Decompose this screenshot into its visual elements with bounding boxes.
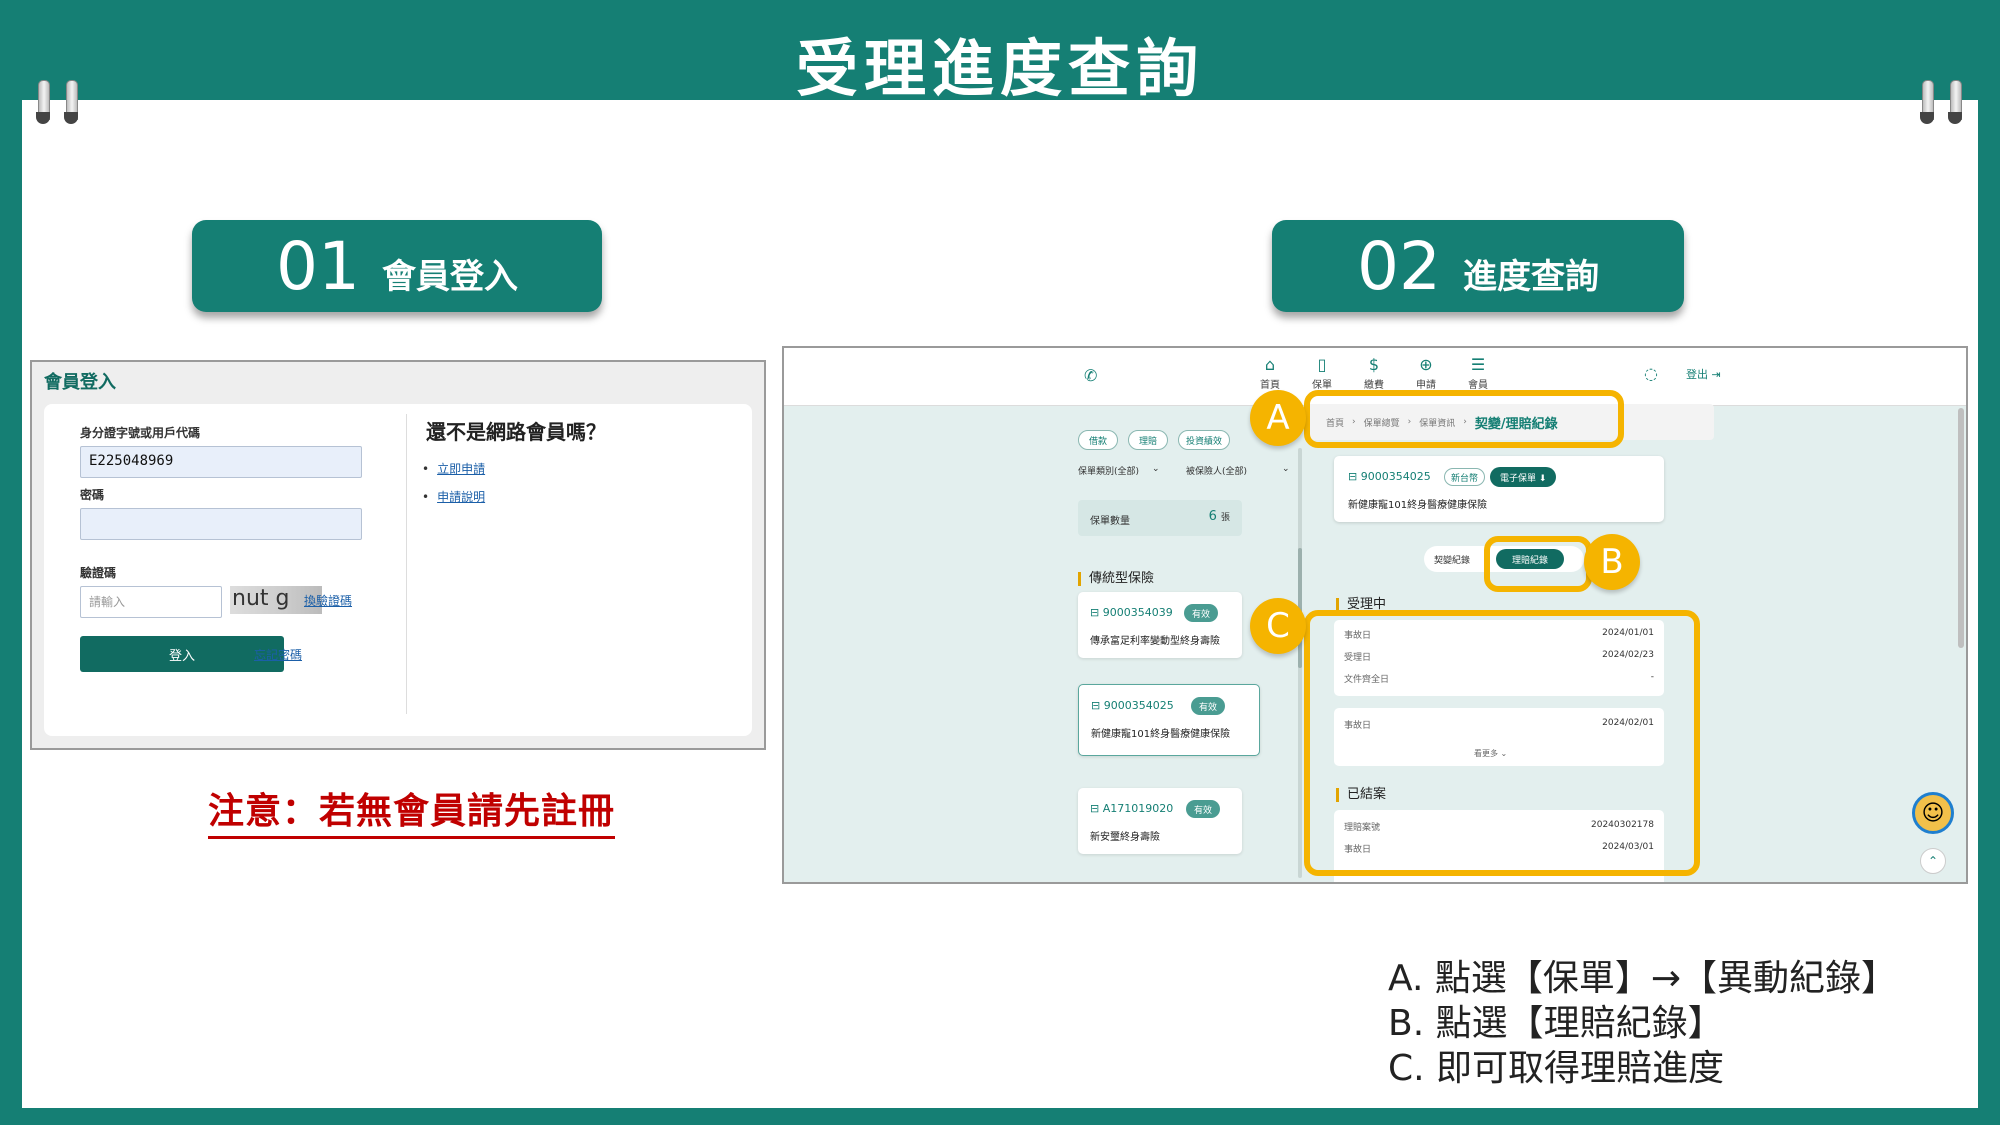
instruction-c: C. 即可取得理賠進度 bbox=[1388, 1048, 1725, 1089]
filter-chip-loan[interactable]: 借款 bbox=[1078, 430, 1118, 450]
step-label: 會員登入 bbox=[381, 256, 518, 297]
document-icon: ▯ bbox=[1317, 355, 1327, 374]
nav-apply[interactable]: ⊕ 申請 bbox=[1406, 355, 1446, 392]
captcha-label: 驗證碼 bbox=[80, 566, 117, 580]
menu-icon: ☰ bbox=[1470, 355, 1486, 374]
instruction-b: B. 點選【理賠紀錄】 bbox=[1388, 1003, 1724, 1044]
home-icon: ⌂ bbox=[1264, 355, 1276, 374]
divider bbox=[406, 414, 407, 714]
filter-chip-claim[interactable]: 理賠 bbox=[1128, 430, 1168, 450]
policy-name: 傳承富足利率變動型終身壽險 bbox=[1090, 636, 1220, 647]
change-record-tab[interactable]: 契變紀錄 bbox=[1434, 553, 1470, 566]
policy-number: ⊟ A171019020 bbox=[1090, 802, 1174, 815]
policy-type-select[interactable]: 保單類別(全部) bbox=[1078, 464, 1139, 477]
marker-b: B bbox=[1584, 534, 1640, 590]
step-number: 01 bbox=[276, 227, 360, 305]
apply-now-link[interactable]: • 立即申請 bbox=[422, 460, 485, 477]
policy-card[interactable]: ⊟ 9000354039 有效 傳承富足利率變動型終身壽險 bbox=[1078, 592, 1242, 658]
chat-icon[interactable]: ◌ bbox=[1644, 364, 1658, 383]
policy-detail-card: ⊟ 9000354025 新台幣 電子保單 ⬇ 新健康寵101終身醫療健康保險 bbox=[1334, 456, 1664, 522]
insured-select[interactable]: 被保險人(全部) bbox=[1186, 464, 1247, 477]
highlight-box-c bbox=[1304, 610, 1700, 876]
instructions: A. 點選【保單】→【異動紀錄】 B. 點選【理賠紀錄】 C. 即可取得理賠進度 bbox=[1388, 956, 1897, 1091]
policy-number: ⊟ 9000354025 bbox=[1091, 699, 1174, 712]
dollar-icon: $ bbox=[1368, 355, 1380, 374]
binder-clip-icon bbox=[36, 80, 50, 130]
login-panel: 會員登入 身分證字號或用戶代碼 E225048969 密碼 驗證碼 請輸入 nu… bbox=[30, 360, 766, 750]
nav-member[interactable]: ☰ 會員 bbox=[1458, 355, 1498, 392]
binder-clip-icon bbox=[64, 80, 78, 130]
app-screenshot: ✆ ⌂ 首頁 ▯ 保單 $ 繳費 ⊕ 申請 ☰ 會員 ◌ 登出 ⇥ 借款 理賠 投資績效 … bbox=[782, 346, 1968, 884]
policy-count-box: 保單數量 6 張 bbox=[1078, 500, 1242, 536]
list-scrollbar[interactable] bbox=[1298, 448, 1302, 878]
refresh-captcha-link[interactable]: 換驗證碼 bbox=[304, 592, 352, 609]
policy-name: 新安璽終身壽險 bbox=[1090, 832, 1160, 843]
captcha-input[interactable]: 請輸入 bbox=[80, 586, 222, 618]
password-input[interactable] bbox=[80, 508, 362, 540]
marker-a: A bbox=[1250, 390, 1306, 446]
step-2-pill: 02 進度查詢 bbox=[1272, 220, 1684, 312]
highlight-box-b bbox=[1484, 536, 1592, 592]
policy-number: ⊟ 9000354025 bbox=[1348, 470, 1431, 483]
nav-policy[interactable]: ▯ 保單 bbox=[1300, 348, 1344, 392]
policy-card-selected[interactable]: ⊟ 9000354025 有效 新健康寵101終身醫療健康保險 bbox=[1078, 684, 1260, 756]
nav-home[interactable]: ⌂ 首頁 bbox=[1250, 355, 1290, 392]
marker-c: C bbox=[1250, 598, 1306, 654]
filter-chip-investment[interactable]: 投資績效 bbox=[1178, 430, 1230, 450]
policy-name: 新健康寵101終身醫療健康保險 bbox=[1348, 500, 1488, 511]
chevron-down-icon: ⌄ bbox=[1282, 464, 1290, 474]
id-label: 身分證字號或用戶代碼 bbox=[80, 426, 201, 440]
policy-name: 新健康寵101終身醫療健康保險 bbox=[1091, 729, 1231, 740]
notice-text: 注意：若無會員請先註冊 bbox=[208, 782, 616, 839]
nonmember-title: 還不是網路會員嗎？ bbox=[426, 420, 606, 444]
e-policy-button[interactable]: 電子保單 ⬇ bbox=[1490, 467, 1557, 487]
policy-count-value: 6 張 bbox=[1208, 509, 1230, 524]
password-label: 密碼 bbox=[80, 488, 105, 502]
policy-card[interactable]: ⊟ A171019020 有效 新安璽終身壽險 bbox=[1078, 788, 1242, 854]
login-panel-title: 會員登入 bbox=[44, 372, 116, 393]
chevron-up-icon[interactable]: ⌃ bbox=[1920, 848, 1946, 874]
status-badge: 有效 bbox=[1186, 800, 1221, 818]
chevron-down-icon: ⌄ bbox=[1152, 464, 1160, 474]
policy-number: ⊟ 9000354039 bbox=[1090, 606, 1173, 619]
step-label: 進度查詢 bbox=[1462, 256, 1599, 297]
apply-guide-link[interactable]: • 申請說明 bbox=[422, 488, 485, 505]
instruction-a: A. 點選【保單】→【異動紀錄】 bbox=[1388, 958, 1898, 999]
page-scrollbar[interactable] bbox=[1958, 408, 1964, 648]
page-title: 受理進度查詢 bbox=[795, 32, 1204, 105]
policy-count-label: 保單數量 bbox=[1090, 516, 1130, 527]
mascot-icon[interactable]: ☺ bbox=[1912, 792, 1954, 834]
plus-circle-icon: ⊕ bbox=[1419, 355, 1433, 374]
nav-payment[interactable]: $ 繳費 bbox=[1354, 355, 1394, 392]
forgot-password-link[interactable]: 忘記密碼 bbox=[254, 646, 302, 663]
section-traditional: 傳統型保險 bbox=[1078, 572, 1154, 586]
phone-icon[interactable]: ✆ bbox=[1084, 366, 1097, 385]
status-badge: 有效 bbox=[1184, 604, 1219, 622]
step-1-pill: 01 會員登入 bbox=[192, 220, 602, 312]
highlight-box-a bbox=[1304, 390, 1624, 448]
logout-button[interactable]: 登出 ⇥ bbox=[1686, 366, 1721, 382]
binder-clip-icon bbox=[1948, 80, 1962, 130]
binder-clip-icon bbox=[1920, 80, 1934, 130]
status-badge: 有效 bbox=[1191, 697, 1226, 715]
currency-chip: 新台幣 bbox=[1444, 468, 1486, 486]
step-number: 02 bbox=[1357, 227, 1441, 305]
id-input[interactable]: E225048969 bbox=[80, 446, 362, 478]
login-card: 身分證字號或用戶代碼 E225048969 密碼 驗證碼 請輸入 nut g 換… bbox=[44, 404, 752, 736]
